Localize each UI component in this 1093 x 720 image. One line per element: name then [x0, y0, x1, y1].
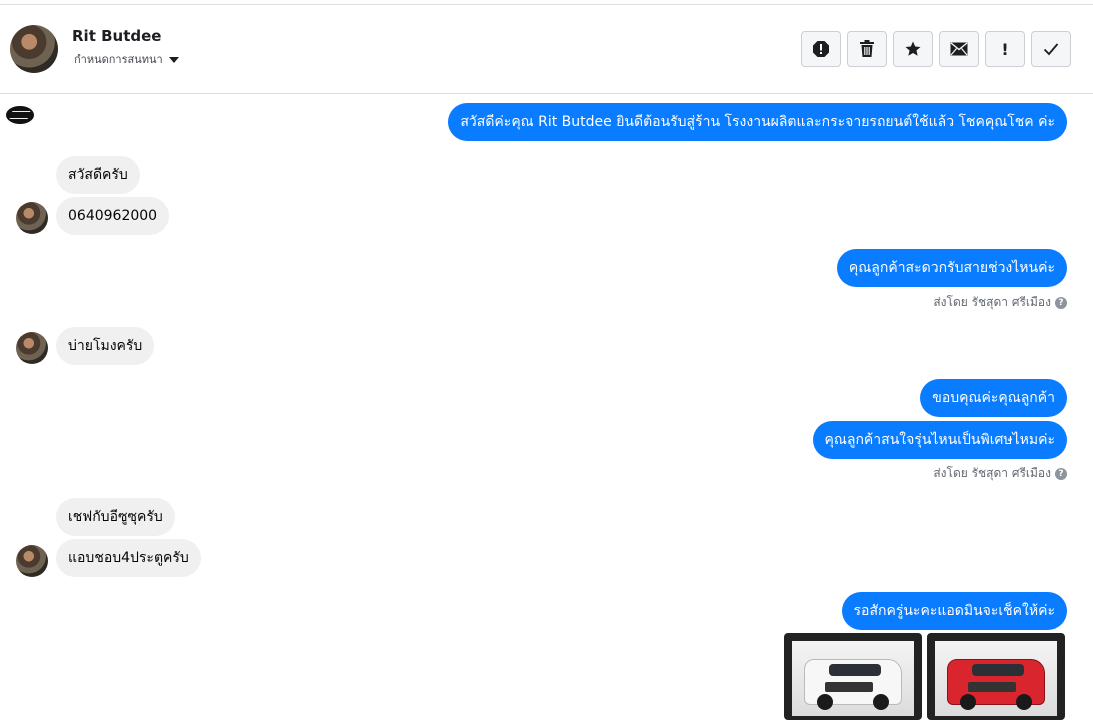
contact-avatar-small — [16, 202, 48, 234]
star-icon — [905, 41, 921, 56]
sent-by-text: ส่งโดย รัชสุดา ศรีเมือง — [933, 295, 1051, 309]
star-button[interactable] — [893, 31, 933, 67]
contact-avatar-small — [16, 545, 48, 577]
follow-up-button[interactable]: ! — [985, 31, 1025, 67]
message-bubble-incoming[interactable]: เชฟกับอีซูซุครับ — [56, 498, 175, 536]
delete-button[interactable] — [847, 31, 887, 67]
help-icon[interactable]: ? — [1055, 467, 1067, 480]
truck-image — [804, 659, 902, 710]
message-bubble-outgoing[interactable]: คุณลูกค้าสะดวกรับสายช่วงไหนค่ะ — [836, 249, 1067, 287]
trash-icon — [860, 40, 874, 57]
header-actions: ! — [801, 31, 1071, 67]
image-attachment-red-truck[interactable] — [927, 633, 1065, 720]
assign-label: กำหนดการสนทนา — [74, 53, 163, 66]
message-bubble-incoming[interactable]: 0640962000 — [56, 197, 170, 235]
message-bubble-outgoing[interactable]: สวัสดีค่ะคุณ Rit Butdee ยินดีต้อนรับสู่ร… — [448, 103, 1067, 141]
sent-by-label: ส่งโดย รัชสุดา ศรีเมือง ? — [933, 293, 1067, 312]
message-bubble-incoming[interactable]: บ่ายโมงครับ — [56, 327, 155, 365]
image-attachment-white-truck[interactable] — [784, 633, 922, 720]
mark-done-button[interactable] — [1031, 31, 1071, 67]
contact-name[interactable]: Rit Butdee — [72, 27, 161, 45]
caret-down-icon — [168, 56, 179, 63]
help-icon[interactable]: ? — [1055, 296, 1067, 309]
exclamation-label: ! — [1001, 39, 1009, 59]
mail-icon — [950, 42, 968, 56]
truck-image — [947, 659, 1045, 710]
page-avatar — [6, 106, 34, 124]
spam-icon — [813, 41, 829, 57]
check-icon — [1043, 43, 1059, 56]
message-bubble-outgoing[interactable]: คุณลูกค้าสนใจรุ่นไหนเป็นพิเศษไหมค่ะ — [812, 421, 1067, 459]
sent-by-label: ส่งโดย รัชสุดา ศรีเมือง ? — [933, 464, 1067, 483]
message-bubble-outgoing[interactable]: ขอบคุณค่ะคุณลูกค้า — [920, 379, 1067, 417]
message-bubble-incoming[interactable]: แอบชอบ4ประตูครับ — [56, 539, 201, 577]
conversation-header: Rit Butdee กำหนดการสนทนา ! — [0, 5, 1093, 94]
mark-spam-button[interactable] — [801, 31, 841, 67]
sent-by-text: ส่งโดย รัชสุดา ศรีเมือง — [933, 466, 1051, 480]
message-bubble-outgoing[interactable]: รอสักครู่นะคะแอดมินจะเช็คให้ค่ะ — [841, 592, 1067, 630]
contact-avatar[interactable] — [10, 25, 58, 73]
message-bubble-incoming[interactable]: สวัสดีครับ — [56, 156, 140, 194]
assign-conversation-dropdown[interactable]: กำหนดการสนทนา — [74, 50, 179, 68]
mark-unread-button[interactable] — [939, 31, 979, 67]
contact-avatar-small — [16, 332, 48, 364]
